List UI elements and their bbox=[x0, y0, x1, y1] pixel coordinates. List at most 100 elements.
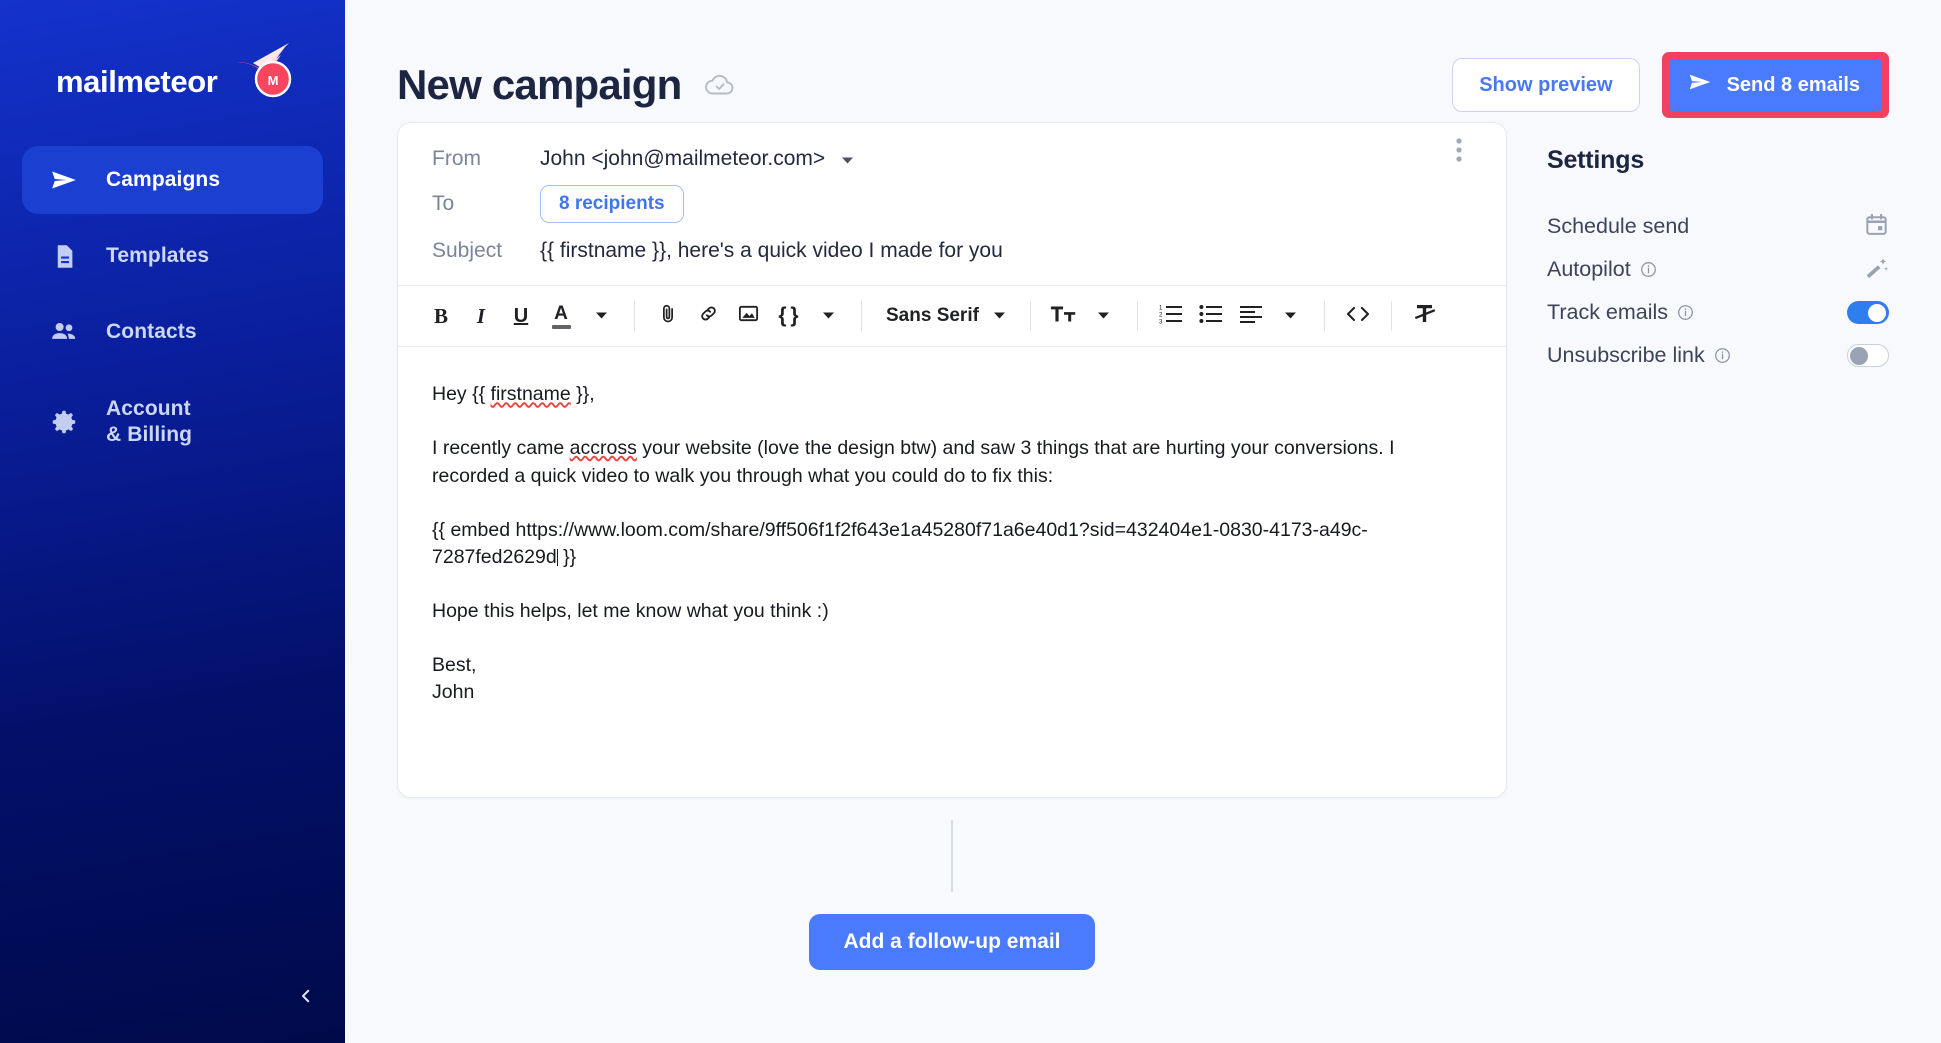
bullet-list-button[interactable] bbox=[1192, 296, 1230, 336]
calendar-icon bbox=[1864, 212, 1889, 242]
clear-formatting-button[interactable] bbox=[1406, 296, 1444, 336]
track-emails-toggle[interactable] bbox=[1847, 301, 1889, 324]
svg-text:M: M bbox=[268, 73, 279, 88]
document-icon bbox=[48, 240, 80, 272]
info-icon[interactable] bbox=[1640, 261, 1657, 278]
svg-text:3: 3 bbox=[1159, 319, 1163, 325]
send-emails-button[interactable]: Send 8 emails bbox=[1668, 59, 1882, 111]
send-emails-label: Send 8 emails bbox=[1726, 73, 1860, 96]
font-size-button[interactable] bbox=[1045, 296, 1083, 336]
toolbar-divider bbox=[1390, 301, 1392, 332]
text-color-button[interactable]: A bbox=[542, 296, 580, 336]
from-value[interactable]: John <john@mailmeteor.com> bbox=[540, 147, 854, 171]
composer-column: From John <john@mailmeteor.com> To 8 rec… bbox=[397, 122, 1507, 971]
setting-label: Track emails bbox=[1547, 300, 1669, 324]
body-greeting: Hey {{ firstname }}, bbox=[432, 383, 595, 406]
svg-text:2: 2 bbox=[1159, 312, 1163, 318]
setting-label: Unsubscribe link bbox=[1547, 343, 1705, 367]
send-icon bbox=[1687, 69, 1713, 101]
bullet-list-icon bbox=[1199, 303, 1223, 330]
chevron-down-icon bbox=[993, 307, 1006, 325]
font-size-icon bbox=[1050, 303, 1078, 330]
align-dropdown[interactable] bbox=[1272, 296, 1310, 336]
align-left-icon bbox=[1239, 304, 1263, 329]
chevron-down-icon bbox=[1284, 307, 1297, 325]
code-icon bbox=[1345, 304, 1371, 329]
font-family-label: Sans Serif bbox=[886, 305, 979, 327]
sequence-connector-line bbox=[951, 820, 953, 893]
meteor-logo-icon: M bbox=[223, 41, 295, 110]
subject-input[interactable]: {{ firstname }}, here's a quick video I … bbox=[540, 239, 1003, 263]
link-icon bbox=[697, 302, 720, 330]
setting-track-emails[interactable]: Track emails bbox=[1547, 291, 1889, 334]
autopilot-button[interactable] bbox=[1843, 255, 1889, 285]
chevron-down-icon bbox=[1097, 307, 1110, 325]
chevron-down-icon bbox=[595, 307, 608, 325]
setting-label: Autopilot bbox=[1547, 257, 1631, 281]
sidebar-item-label: Account & Billing bbox=[106, 396, 193, 446]
code-button[interactable] bbox=[1339, 296, 1377, 336]
italic-label: I bbox=[476, 303, 486, 328]
schedule-send-button[interactable] bbox=[1843, 212, 1889, 242]
send-icon bbox=[48, 164, 80, 196]
bold-label: B bbox=[433, 303, 448, 328]
text-color-swatch bbox=[551, 324, 571, 329]
font-size-dropdown[interactable] bbox=[1085, 296, 1123, 336]
insert-image-button[interactable] bbox=[729, 296, 767, 336]
sidebar-item-templates[interactable]: Templates bbox=[22, 222, 323, 290]
sidebar-item-label: Templates bbox=[106, 243, 210, 267]
content-area: From John <john@mailmeteor.com> To 8 rec… bbox=[345, 122, 1941, 971]
chevron-left-icon bbox=[297, 987, 315, 1010]
setting-unsubscribe-link[interactable]: Unsubscribe link bbox=[1547, 334, 1889, 377]
sidebar-item-account-billing[interactable]: Account & Billing bbox=[22, 374, 323, 470]
brand-logo[interactable]: mailmeteor M bbox=[0, 0, 345, 120]
font-family-select[interactable]: Sans Serif bbox=[876, 296, 1016, 336]
svg-text:1: 1 bbox=[1159, 305, 1163, 311]
align-button[interactable] bbox=[1232, 296, 1270, 336]
body-embed: {{ embed https://www.loom.com/share/9ff5… bbox=[432, 518, 1368, 569]
underline-button[interactable]: U bbox=[502, 296, 540, 336]
sidebar-collapse-button[interactable] bbox=[289, 981, 323, 1015]
from-row: From John <john@mailmeteor.com> bbox=[398, 123, 1506, 177]
text-color-label: A bbox=[554, 302, 568, 324]
merge-tag-dropdown[interactable] bbox=[809, 296, 847, 336]
setting-schedule-send[interactable]: Schedule send bbox=[1547, 205, 1889, 248]
toolbar-divider bbox=[1323, 301, 1325, 332]
subject-row: Subject {{ firstname }}, here's a quick … bbox=[398, 231, 1506, 285]
add-followup-email-button[interactable]: Add a follow-up email bbox=[809, 914, 1095, 971]
merge-tag-label: { } bbox=[778, 304, 798, 328]
bold-button[interactable]: B bbox=[422, 296, 460, 336]
text-color-dropdown[interactable] bbox=[582, 296, 620, 336]
info-icon[interactable] bbox=[1714, 347, 1731, 364]
unsubscribe-link-toggle[interactable] bbox=[1847, 344, 1889, 367]
subject-label: Subject bbox=[432, 239, 503, 263]
page-header: New campaign Show preview Send 8 emails bbox=[345, 0, 1941, 122]
body-paragraph: I recently came accross your website (lo… bbox=[432, 437, 1395, 487]
sidebar-item-contacts[interactable]: Contacts bbox=[22, 298, 323, 366]
from-address: John <john@mailmeteor.com> bbox=[540, 147, 826, 170]
toolbar-divider bbox=[861, 301, 862, 332]
page-title: New campaign bbox=[397, 61, 682, 108]
clear-formatting-icon bbox=[1413, 303, 1437, 330]
toolbar-divider bbox=[1029, 301, 1031, 332]
merge-tag-button[interactable]: { } bbox=[769, 296, 807, 336]
recipients-chip[interactable]: 8 recipients bbox=[540, 185, 684, 224]
italic-button[interactable]: I bbox=[462, 296, 500, 336]
email-body-editor[interactable]: Hey {{ firstname }}, I recently came acc… bbox=[398, 347, 1506, 797]
chevron-down-icon bbox=[822, 307, 835, 325]
brand-name: mailmeteor bbox=[56, 64, 218, 99]
setting-autopilot[interactable]: Autopilot bbox=[1547, 248, 1889, 291]
composer-menu-button[interactable] bbox=[1444, 133, 1474, 167]
insert-link-button[interactable] bbox=[689, 296, 727, 336]
show-preview-button[interactable]: Show preview bbox=[1452, 58, 1640, 112]
body-closing: Hope this helps, let me know what you th… bbox=[432, 599, 829, 622]
sidebar-item-campaigns[interactable]: Campaigns bbox=[22, 146, 323, 214]
info-icon[interactable] bbox=[1677, 304, 1694, 321]
numbered-list-icon: 1 2 3 bbox=[1159, 303, 1183, 330]
body-signoff: Best, bbox=[432, 653, 477, 676]
numbered-list-button[interactable]: 1 2 3 bbox=[1152, 296, 1190, 336]
attach-file-button[interactable] bbox=[649, 296, 687, 336]
underline-label: U bbox=[513, 304, 529, 327]
email-composer-card: From John <john@mailmeteor.com> To 8 rec… bbox=[397, 122, 1507, 799]
settings-panel: Settings Schedule send Autopilot Track e… bbox=[1547, 122, 1889, 970]
